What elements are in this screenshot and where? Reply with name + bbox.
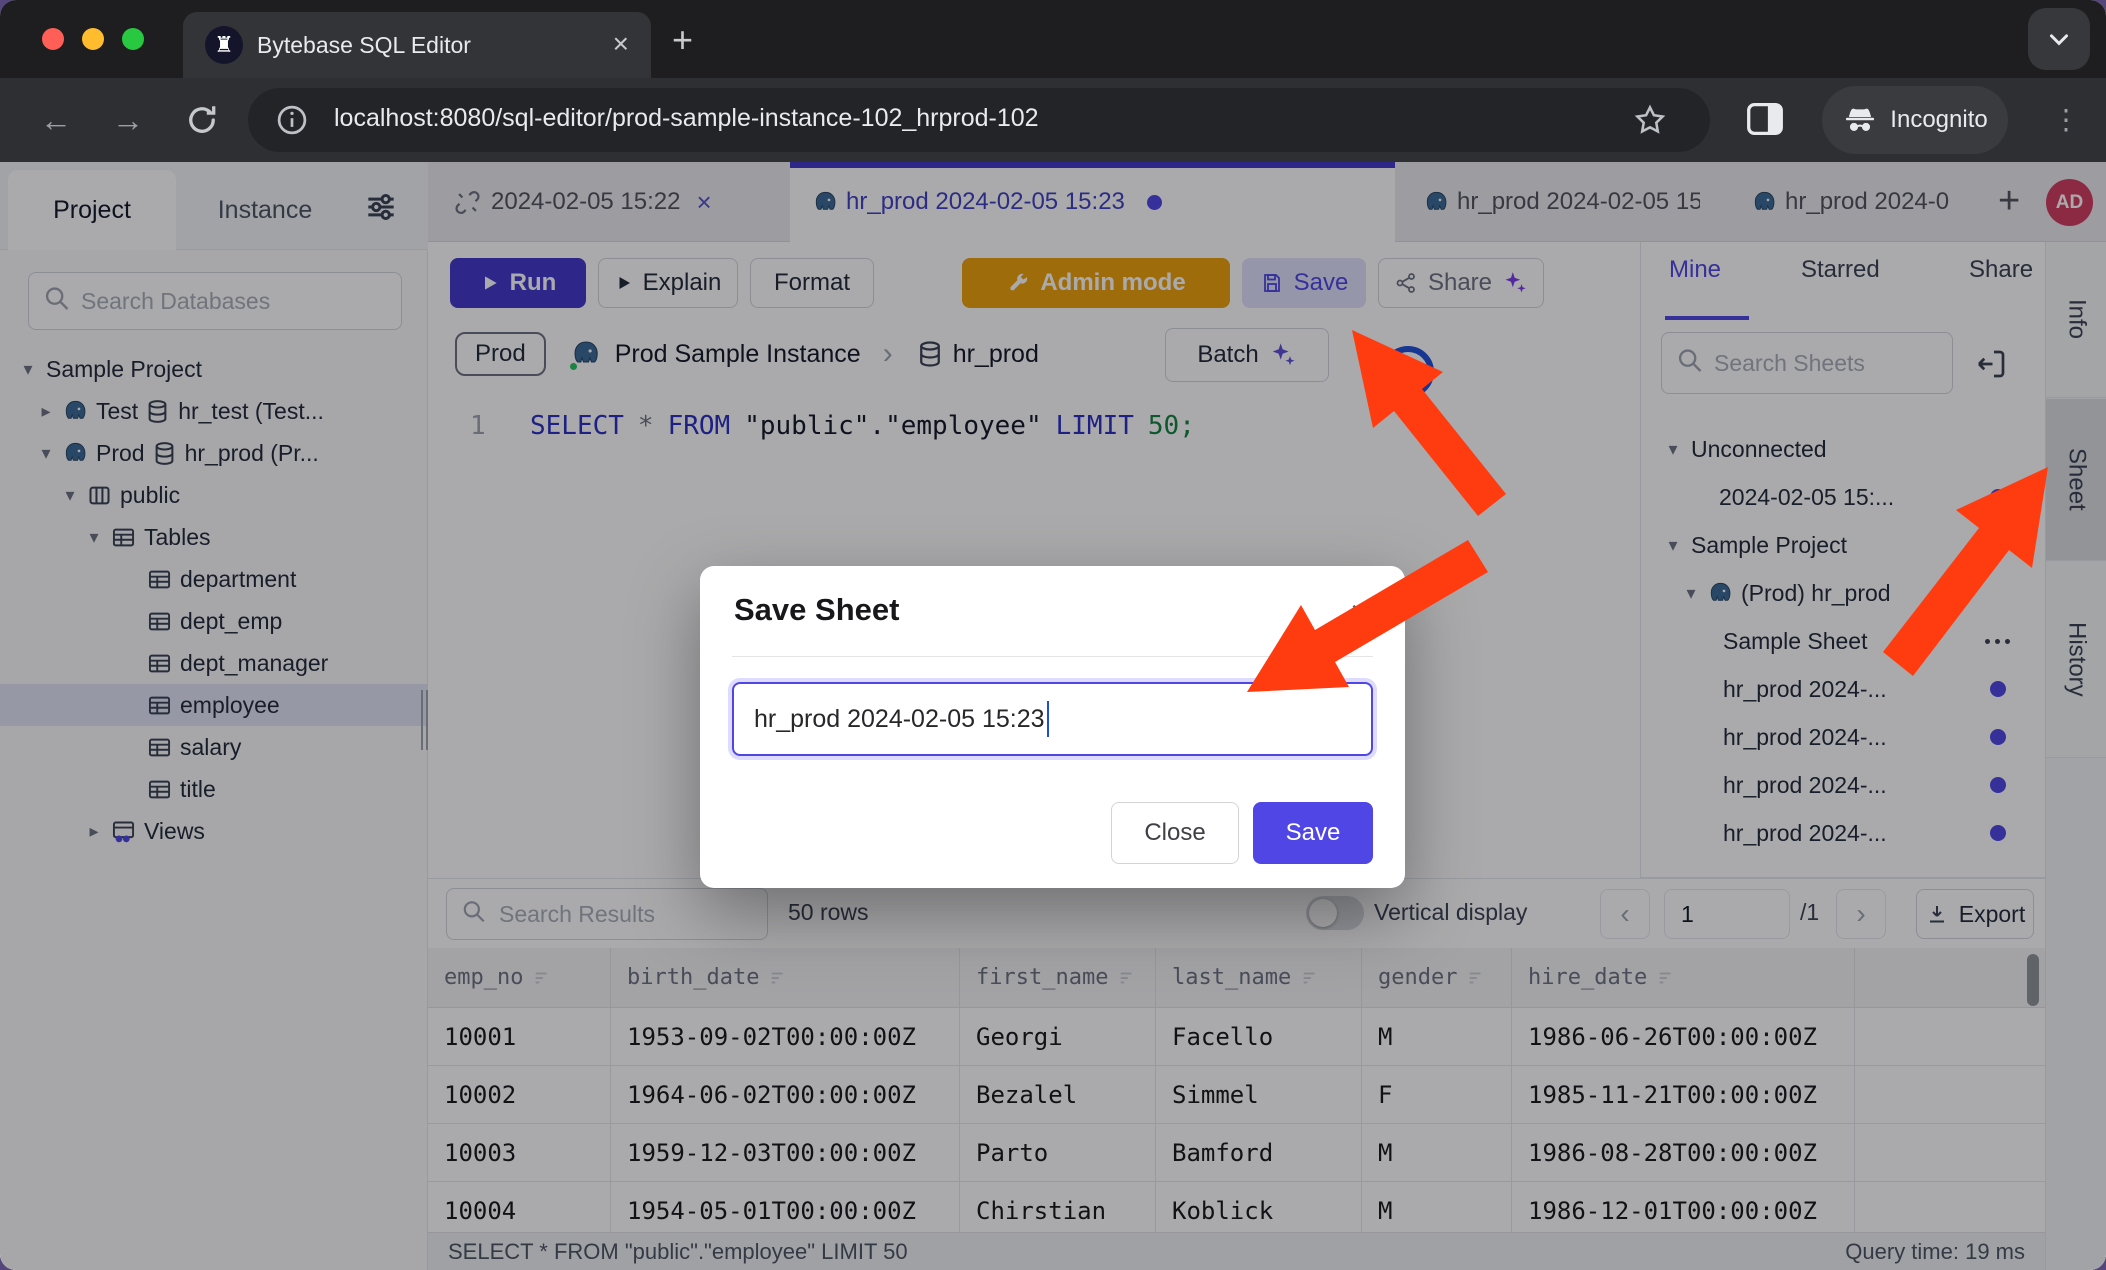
browser-navbar: ← → localhost:8080/sql-editor/prod-sampl… — [0, 78, 2106, 162]
url-bar[interactable]: localhost:8080/sql-editor/prod-sample-in… — [248, 88, 1710, 152]
dialog-divider — [732, 656, 1373, 657]
sheet-name-value: hr_prod 2024-02-05 15:23 — [754, 705, 1045, 734]
browser-tab-close-icon[interactable]: × — [613, 28, 629, 60]
browser-tab-title: Bytebase SQL Editor — [257, 32, 471, 59]
window-close-button[interactable] — [42, 28, 64, 50]
url-text: localhost:8080/sql-editor/prod-sample-in… — [334, 104, 1039, 133]
new-tab-button[interactable]: + — [672, 22, 693, 58]
side-panel-icon — [1742, 96, 1788, 142]
incognito-badge[interactable]: Incognito — [1822, 86, 2008, 154]
site-info-icon[interactable] — [274, 102, 310, 143]
reload-icon — [184, 102, 220, 138]
browser-tabstrip: ♜ Bytebase SQL Editor × + — [0, 0, 2106, 78]
back-button[interactable]: ← — [40, 102, 72, 138]
tab-search-button[interactable] — [2028, 8, 2090, 70]
dialog-save-button[interactable]: Save — [1253, 802, 1373, 864]
browser-tab[interactable]: ♜ Bytebase SQL Editor × — [183, 12, 651, 78]
chevron-down-icon — [2044, 24, 2074, 54]
incognito-label: Incognito — [1890, 106, 1987, 134]
bookmark-star-icon[interactable] — [1632, 102, 1668, 143]
text-caret — [1047, 701, 1049, 737]
bytebase-favicon: ♜ — [205, 26, 243, 64]
dialog-close-button[interactable]: Close — [1111, 802, 1239, 864]
side-panel-button[interactable] — [1742, 96, 1788, 147]
browser-window: ♜ Bytebase SQL Editor × + ← → localhost:… — [0, 0, 2106, 1270]
save-sheet-dialog: Save Sheet × hr_prod 2024-02-05 15:23 Cl… — [700, 566, 1405, 888]
forward-button[interactable]: → — [112, 102, 144, 138]
dialog-close-icon[interactable]: × — [1350, 594, 1369, 631]
browser-menu-icon[interactable]: ⋮ — [2052, 102, 2080, 138]
reload-button[interactable] — [184, 102, 220, 143]
dialog-title: Save Sheet — [734, 592, 899, 628]
incognito-icon — [1842, 102, 1878, 138]
sheet-name-input[interactable]: hr_prod 2024-02-05 15:23 — [732, 682, 1373, 756]
window-minimize-button[interactable] — [82, 28, 104, 50]
window-zoom-button[interactable] — [122, 28, 144, 50]
